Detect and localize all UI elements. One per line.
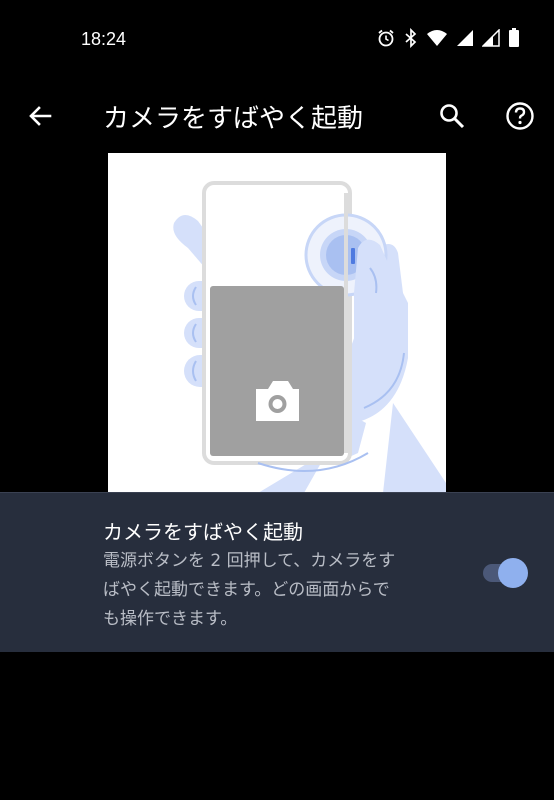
setting-description-line: も操作できます。	[103, 609, 238, 629]
search-button[interactable]	[432, 96, 472, 136]
setting-description: 電源ボタンを 2 回押して、カメラをす ばやく起動できます。どの画面からで も操…	[103, 547, 453, 634]
battery-icon	[508, 28, 520, 48]
page-title: カメラをすばやく起動	[103, 104, 364, 134]
quick-camera-toggle[interactable]	[480, 557, 528, 589]
alarm-icon	[376, 28, 396, 48]
help-icon	[506, 102, 534, 130]
setting-title: カメラをすばやく起動	[103, 520, 303, 544]
app-bar: カメラをすばやく起動	[0, 80, 554, 150]
gesture-illustration	[108, 153, 446, 493]
signal-icon	[482, 29, 500, 47]
help-button[interactable]	[500, 96, 540, 136]
signal-icon	[456, 29, 474, 47]
back-button[interactable]	[20, 96, 60, 136]
search-icon	[440, 104, 465, 129]
bluetooth-icon	[404, 28, 418, 48]
setting-description-line: 電源ボタンを 2 回押して、カメラをす	[103, 551, 396, 571]
wifi-icon	[426, 29, 448, 47]
quick-camera-setting[interactable]: カメラをすばやく起動 電源ボタンを 2 回押して、カメラをす ばやく起動できます…	[0, 492, 554, 652]
status-bar: 18:24	[0, 0, 554, 80]
status-time: 18:24	[81, 29, 127, 49]
status-icons	[376, 28, 520, 48]
toggle-thumb	[498, 558, 528, 588]
back-arrow-icon	[29, 106, 52, 126]
setting-description-line: ばやく起動できます。どの画面からで	[103, 580, 390, 600]
